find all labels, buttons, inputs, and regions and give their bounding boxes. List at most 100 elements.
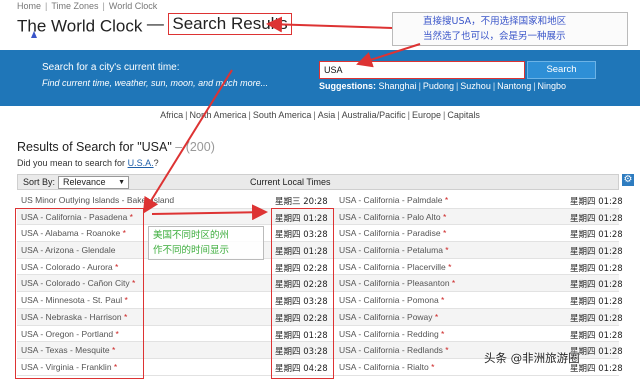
annotation-mid-line2: 作不同的时间显示 <box>153 245 230 256</box>
suggestion-link[interactable]: Pudong <box>423 81 454 91</box>
results-title: Results of Search for "USA" – (200) <box>17 140 215 154</box>
suggestion-link[interactable]: Ningbo <box>538 81 567 91</box>
city-link-right[interactable]: USA - California - Placerville * <box>339 262 451 272</box>
local-time-right: 星期四 01:28 <box>570 278 623 290</box>
city-link-left-text: US Minor Outlying Islands - Baker Island <box>21 195 175 205</box>
city-link-right[interactable]: USA - California - Pleasanton * <box>339 278 455 288</box>
local-time-right-text: 星期四 01:28 <box>570 330 623 341</box>
local-time-right-text: 星期四 01:28 <box>570 313 623 324</box>
results-title-text: Results of Search for "USA" <box>17 140 172 154</box>
results-count: – (200) <box>175 140 215 154</box>
sort-label: Sort By: <box>23 177 56 187</box>
city-link-right[interactable]: USA - California - Redlands * <box>339 345 449 355</box>
suggestions: Suggestions: Shanghai | Pudong | Suzhou | Nant… <box>319 81 567 91</box>
local-time-right: 星期四 01:28 <box>570 195 623 207</box>
sort-bar: Sort By: Relevance ▼ Current Local Times <box>17 174 619 190</box>
watermark: 头条 @非洲旅游圈 <box>484 351 580 365</box>
local-time-right-text: 星期四 01:28 <box>570 263 623 274</box>
local-time-right: 星期四 01:28 <box>570 295 623 307</box>
city-link-right-text: USA - California - Pomona <box>339 295 439 306</box>
page-title-highlight: Search Results <box>168 13 292 35</box>
search-heading: Search for a city's current time: <box>42 62 180 73</box>
continent-link[interactable]: Europe <box>412 110 441 120</box>
city-link-right-text: USA - California - Redlands <box>339 345 443 356</box>
dst-marker: * <box>438 328 445 339</box>
suggestion-link[interactable]: Shanghai <box>379 81 417 91</box>
city-link-right[interactable]: USA - California - Rialto * <box>339 362 434 372</box>
city-link-right-text: USA - California - Redding <box>339 328 439 339</box>
suggestions-label: Suggestions: <box>319 81 377 91</box>
local-time-right-text: 星期四 01:28 <box>570 230 623 241</box>
local-time-right-text: 星期四 01:28 <box>570 197 623 207</box>
local-time-right: 星期四 01:28 <box>570 329 623 341</box>
breadcrumb-world-clock[interactable]: World Clock <box>109 1 157 11</box>
local-time-right-text: 星期四 01:28 <box>570 280 623 291</box>
annotation-highlight-times <box>271 208 334 379</box>
table-row: US Minor Outlying Islands - Baker Island… <box>17 192 623 209</box>
local-time-right: 星期四 01:28 <box>570 245 623 257</box>
city-link-right-text: USA - California - Pleasanton <box>339 278 450 289</box>
city-link-right[interactable]: USA - California - Petaluma * <box>339 245 449 255</box>
city-link-right-text: USA - California - Palo Alto <box>339 211 441 222</box>
city-link-right-text: USA - California - Poway <box>339 311 433 322</box>
page-title-main: The World Clock <box>17 16 143 36</box>
city-link-right-text: USA - California - Palmdale <box>339 195 443 205</box>
annotation-highlight-cities <box>15 208 144 379</box>
city-link-right[interactable]: USA - California - Palo Alto * <box>339 212 446 222</box>
breadcrumb: Home | Time Zones | World Clock <box>17 1 158 11</box>
gear-icon[interactable]: ⚙ <box>622 174 634 186</box>
city-link-right[interactable]: USA - California - Palmdale * <box>339 195 448 205</box>
did-you-mean: Did you mean to search for U.S.A.? <box>17 158 159 168</box>
did-you-mean-prefix: Did you mean to search for <box>17 158 128 168</box>
breadcrumb-home[interactable]: Home <box>17 1 41 11</box>
local-time-right-text: 星期四 01:28 <box>570 247 623 258</box>
column-title: Current Local Times <box>250 177 331 187</box>
dst-marker: * <box>440 211 447 222</box>
city-link-right[interactable]: USA - California - Paradise * <box>339 228 446 238</box>
local-time-left-text: 星期三 20:28 <box>275 197 328 207</box>
local-time-left: 星期三 20:28 <box>275 195 328 207</box>
search-band: Search for a city's current time: Find c… <box>0 50 640 106</box>
city-link-right-text: USA - California - Placerville <box>339 261 446 272</box>
page-title: The World Clock — Search Results <box>17 13 292 36</box>
dst-marker: * <box>432 311 439 322</box>
continent-link[interactable]: North America <box>189 110 246 120</box>
continent-link[interactable]: South America <box>253 110 312 120</box>
continent-link[interactable]: Australia/Pacific <box>342 110 406 120</box>
chevron-down-icon: ▼ <box>118 179 125 186</box>
local-time-right: 星期四 01:28 <box>570 228 623 240</box>
suggestion-link[interactable]: Suzhou <box>460 81 491 91</box>
dst-marker: * <box>440 228 447 239</box>
sort-select[interactable]: Relevance ▼ <box>58 176 129 189</box>
local-time-right: 星期四 01:28 <box>570 262 623 274</box>
annotation-top-line2: 当然选了也可以，会是另一种展示 <box>423 31 566 42</box>
suggestion-link[interactable]: Nantong <box>497 81 531 91</box>
dst-marker: * <box>442 245 449 256</box>
breadcrumb-time-zones[interactable]: Time Zones <box>51 1 98 11</box>
continent-link[interactable]: Capitals <box>447 110 480 120</box>
city-link-left[interactable]: US Minor Outlying Islands - Baker Island <box>21 195 174 205</box>
local-time-right: 星期四 01:28 <box>570 312 623 324</box>
annotation-mid-line1: 美国不同时区的州 <box>153 230 230 241</box>
annotation-top-line1: 直接搜USA，不用选择国家和地区 <box>423 16 567 27</box>
search-button[interactable]: Search <box>527 61 596 79</box>
city-link-right-text: USA - California - Petaluma <box>339 245 443 256</box>
continent-links: Africa | North America | South America | Asia |… <box>160 110 480 120</box>
did-you-mean-suffix: ? <box>153 158 159 168</box>
sort-select-value: Relevance <box>63 177 106 187</box>
annotation-top-callout: 直接搜USA，不用选择国家和地区 当然选了也可以，会是另一种展示 <box>392 12 628 46</box>
city-link-right[interactable]: USA - California - Redding * <box>339 329 444 339</box>
city-link-right[interactable]: USA - California - Pomona * <box>339 295 444 305</box>
dst-marker: * <box>445 261 452 272</box>
dst-marker: * <box>442 195 449 205</box>
continent-link[interactable]: Africa <box>160 110 183 120</box>
search-input[interactable]: USA <box>319 61 525 79</box>
dst-marker: * <box>438 295 445 306</box>
dst-marker: * <box>428 361 435 372</box>
did-you-mean-link[interactable]: U.S.A. <box>128 158 154 168</box>
city-link-right[interactable]: USA - California - Poway * <box>339 312 438 322</box>
dst-marker: * <box>449 278 456 289</box>
continent-link[interactable]: Asia <box>318 110 336 120</box>
page-title-dash: — <box>146 14 164 33</box>
city-link-right-text: USA - California - Rialto <box>339 361 429 372</box>
